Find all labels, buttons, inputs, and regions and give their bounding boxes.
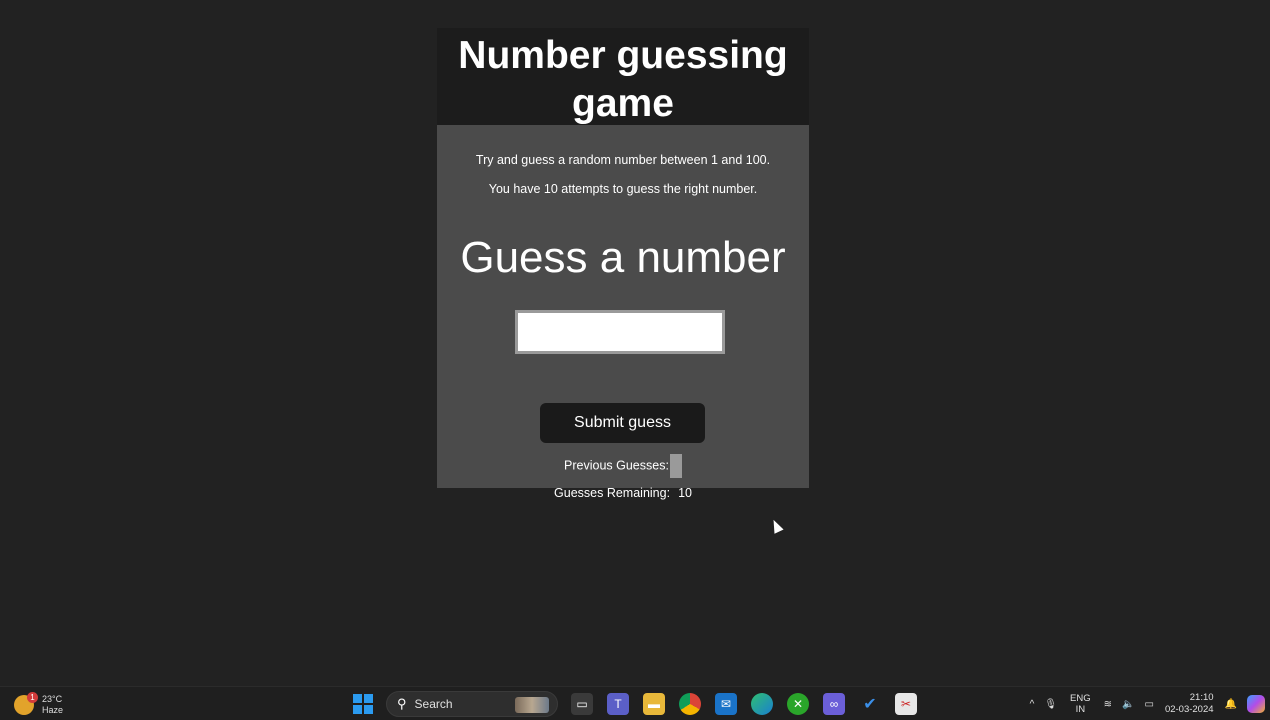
chevron-up-icon[interactable]: ^ (1030, 699, 1035, 710)
mail-icon[interactable]: ✉ (715, 693, 737, 715)
windows-start-icon[interactable] (353, 694, 373, 714)
weather-desc: Haze (42, 705, 64, 715)
page-title: Number guessing game (458, 34, 788, 125)
guesses-remaining-row: Guesses Remaining: 10 (437, 486, 809, 500)
lang-top: ENG (1070, 693, 1091, 704)
game-header: Number guessing game (437, 28, 809, 125)
weather-widget[interactable]: 1 23°C Haze (14, 691, 63, 719)
search-icon: ⚲ (397, 696, 407, 711)
system-tray: ^ 🎙 ENG IN ≋ 🔈 ▭ 21:10 02-03-2024 🔔 (1025, 690, 1270, 718)
microphone-icon[interactable]: 🎙 (1044, 699, 1057, 710)
clock[interactable]: 21:10 02-03-2024 (1165, 692, 1214, 716)
xbox-icon[interactable]: ✕ (787, 693, 809, 715)
guesses-remaining-label: Guesses Remaining: (554, 486, 671, 500)
previous-guesses-value (669, 454, 682, 478)
search-highlight-icon (515, 697, 549, 713)
mouse-cursor-icon (769, 517, 784, 534)
guess-input[interactable] (515, 310, 725, 354)
taskbar-search[interactable]: ⚲ Search (386, 691, 558, 717)
copilot-icon[interactable] (1247, 695, 1265, 713)
edge-icon[interactable] (751, 693, 773, 715)
task-view-icon[interactable]: ▭ (571, 693, 593, 715)
desktop: Number guessing game Try and guess a ran… (0, 0, 1270, 720)
guess-label: Guess a number (460, 233, 786, 282)
volume-icon[interactable]: 🔈 (1122, 699, 1134, 710)
chrome-icon[interactable] (679, 693, 701, 715)
taskbar-apps: ⚲ Search ▭ T ▬ ✉ ✕ ∞ ✔ ✂ (346, 690, 924, 718)
clock-date: 02-03-2024 (1164, 704, 1214, 715)
battery-icon[interactable]: ▭ (1144, 699, 1153, 710)
file-explorer-icon[interactable]: ▬ (643, 693, 665, 715)
visual-studio-icon[interactable]: ∞ (823, 693, 845, 715)
weather-icon: 1 (14, 692, 38, 715)
weather-temp: 23°C (42, 694, 63, 704)
previous-guesses-row: Previous Guesses: (437, 454, 809, 478)
previous-guesses-label: Previous Guesses: (564, 458, 669, 473)
wifi-icon[interactable]: ≋ (1104, 699, 1112, 710)
weather-text: 23°C Haze (42, 694, 63, 716)
lang-bottom: IN (1075, 704, 1086, 715)
guesses-remaining-value: 10 (678, 486, 692, 500)
submit-guess-button[interactable]: Submit guess (540, 403, 705, 443)
game-panel: Number guessing game Try and guess a ran… (437, 28, 809, 488)
intro-text-attempts: You have 10 attempts to guess the right … (488, 182, 758, 196)
search-label: Search (414, 697, 453, 711)
snipping-tool-icon[interactable]: ✂ (895, 693, 917, 715)
notification-bell-icon[interactable]: 🔔 (1225, 699, 1237, 710)
teams-icon[interactable]: T (607, 693, 629, 715)
todo-icon[interactable]: ✔ (859, 693, 881, 715)
clock-time: 21:10 (1189, 692, 1214, 703)
taskbar: 1 23°C Haze ⚲ Search ▭ T ▬ ✉ ✕ ∞ ✔ ✂ ^ 🎙… (0, 686, 1270, 720)
language-indicator[interactable]: ENG IN (1070, 693, 1091, 715)
intro-text-range: Try and guess a random number between 1 … (475, 153, 771, 167)
weather-badge: 1 (27, 692, 38, 703)
